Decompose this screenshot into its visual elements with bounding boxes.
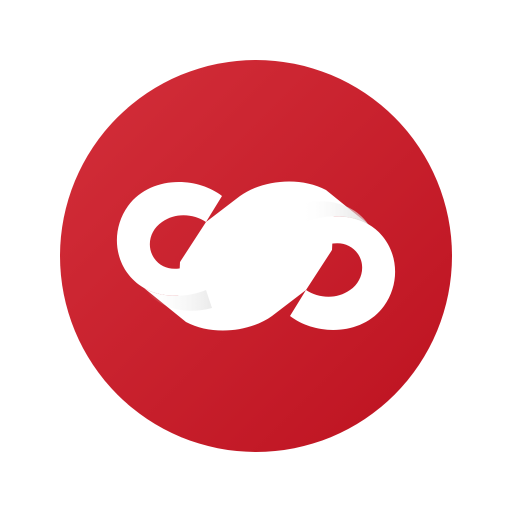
infinity-link-logo-icon bbox=[60, 60, 452, 452]
app-icon-canvas bbox=[0, 0, 512, 512]
